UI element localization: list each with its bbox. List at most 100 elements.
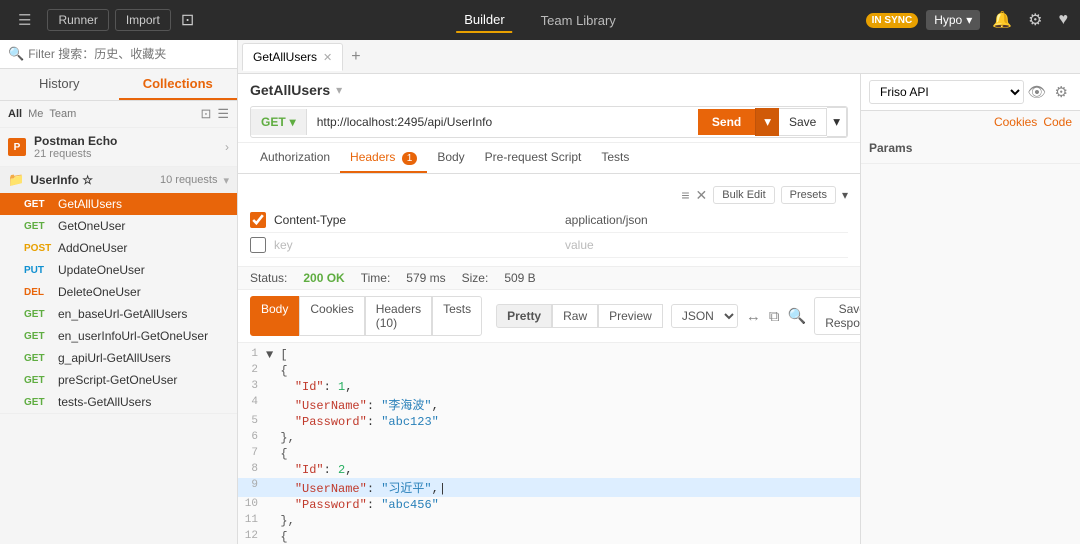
request-item-addoneuser[interactable]: POST AddOneUser: [0, 237, 237, 259]
top-bar-left: ☰ Runner Import ⊡: [8, 8, 198, 32]
sidebar-tab-history[interactable]: History: [0, 69, 119, 100]
response-code-area[interactable]: 1 ▼ [ 2 { 3 "Id": 1, 4: [238, 343, 860, 544]
clear-icon[interactable]: ✕: [696, 187, 708, 204]
new-collection-button[interactable]: ⊡: [200, 106, 211, 122]
top-bar-center: Builder Team Library: [456, 8, 624, 33]
header-checkbox[interactable]: [250, 212, 266, 228]
sidebar-subtab-team[interactable]: Team: [49, 108, 76, 120]
request-name: g_apiUrl-GetAllUsers: [58, 351, 171, 365]
search-input[interactable]: [28, 47, 229, 61]
bulk-edit-button[interactable]: Bulk Edit: [713, 186, 774, 204]
presets-button[interactable]: Presets: [781, 186, 836, 204]
collection-sub: 21 requests: [34, 148, 225, 160]
req-tab-headers[interactable]: Headers 1: [340, 143, 427, 173]
size-label: Size:: [462, 271, 489, 285]
search-response-button[interactable]: 🔍: [788, 307, 807, 325]
save-response-button[interactable]: Save Response: [814, 297, 860, 335]
method-badge-get: GET: [24, 331, 58, 342]
request-item-tests[interactable]: GET tests-GetAllUsers: [0, 391, 237, 413]
collection-info: Postman Echo 21 requests: [34, 134, 225, 160]
resp-tab-tests[interactable]: Tests: [432, 296, 482, 336]
header-value: application/json: [565, 213, 848, 227]
url-bar: GET ▾ Send ▾ Save ▾: [250, 106, 848, 138]
resp-tab-body[interactable]: Body: [250, 296, 299, 336]
notification-button[interactable]: 🔔: [988, 8, 1016, 32]
sidebar-tabs: History Collections: [0, 69, 237, 101]
env-eye-button[interactable]: 👁: [1024, 81, 1051, 103]
req-tab-prerequest[interactable]: Pre-request Script: [475, 143, 592, 173]
method-badge-get: GET: [24, 199, 58, 210]
request-item-updateoneuser[interactable]: PUT UpdateOneUser: [0, 259, 237, 281]
wrap-icon[interactable]: ↔: [746, 308, 761, 325]
header-key-placeholder[interactable]: key: [274, 238, 557, 252]
tab-builder[interactable]: Builder: [456, 8, 512, 33]
user-menu[interactable]: Hypo ▾: [926, 10, 980, 30]
code-link[interactable]: Code: [1043, 115, 1072, 129]
tab-team-library[interactable]: Team Library: [533, 9, 624, 32]
tab-add-button[interactable]: +: [345, 48, 366, 66]
runner-button[interactable]: Runner: [47, 9, 108, 31]
collections-list: P Postman Echo 21 requests › 📁 UserInfo …: [0, 128, 237, 544]
code-line-7: 7 {: [238, 446, 860, 462]
status-bar: Status: 200 OK Time: 579 ms Size: 509 B: [238, 267, 860, 290]
environment-select[interactable]: Friso API: [869, 80, 1024, 104]
method-label: GET: [261, 115, 286, 129]
format-select[interactable]: JSON XML Text: [671, 304, 738, 328]
line-content: "Password": "abc123": [266, 415, 860, 429]
request-item-en-baseurl[interactable]: GET en_baseUrl-GetAllUsers: [0, 303, 237, 325]
new-window-button[interactable]: ⊡: [177, 8, 198, 32]
request-section: GetAllUsers ▾ GET ▾ Send ▾ Save ▾: [238, 74, 860, 143]
request-item-en-userinfo[interactable]: GET en_userInfoUrl-GetOneUser: [0, 325, 237, 347]
format-pretty-button[interactable]: Pretty: [496, 304, 552, 328]
sidebar-tab-collections[interactable]: Collections: [119, 69, 238, 100]
tab-close-icon[interactable]: ✕: [323, 51, 332, 64]
sidebar-subtab-all[interactable]: All: [8, 108, 22, 120]
copy-button[interactable]: ⧉: [769, 308, 780, 325]
request-item-g-apiurl[interactable]: GET g_apiUrl-GetAllUsers: [0, 347, 237, 369]
request-item-getallusers[interactable]: GET GetAllUsers: [0, 193, 237, 215]
headers-table: ≡ ✕ Bulk Edit Presets ▾ Content-Type app…: [238, 174, 860, 267]
header-value-placeholder[interactable]: value: [565, 238, 848, 252]
send-button[interactable]: Send: [698, 109, 755, 135]
folder-userinfo-header[interactable]: 📁 UserInfo ☆ 10 requests ▾: [0, 167, 237, 193]
resp-tab-headers[interactable]: Headers (10): [365, 296, 432, 336]
bulk-icon[interactable]: ≡: [681, 187, 689, 203]
save-button[interactable]: Save: [779, 108, 827, 136]
time-value: 579 ms: [406, 271, 445, 285]
method-badge-del: DEL: [24, 287, 58, 298]
method-select[interactable]: GET ▾: [251, 109, 307, 135]
request-name: tests-GetAllUsers: [58, 395, 151, 409]
send-dropdown-button[interactable]: ▾: [755, 108, 779, 136]
heart-button[interactable]: ♥: [1055, 9, 1073, 31]
req-tab-body[interactable]: Body: [427, 143, 474, 173]
request-item-deleteoneuser[interactable]: DEL DeleteOneUser: [0, 281, 237, 303]
req-tab-authorization[interactable]: Authorization: [250, 143, 340, 173]
line-number: 12: [238, 530, 266, 542]
sort-button[interactable]: ☰: [217, 106, 229, 122]
request-item-getoneuser[interactable]: GET GetOneUser: [0, 215, 237, 237]
save-dropdown-button[interactable]: ▾: [827, 107, 847, 137]
method-badge-get: GET: [24, 309, 58, 320]
format-raw-button[interactable]: Raw: [552, 304, 598, 328]
collection-item-postman-echo[interactable]: P Postman Echo 21 requests ›: [0, 128, 237, 167]
sidebar-toggle-button[interactable]: ☰: [8, 8, 41, 32]
env-settings-button[interactable]: ⚙: [1051, 81, 1072, 103]
req-tab-tests[interactable]: Tests: [591, 143, 639, 173]
resp-tab-cookies[interactable]: Cookies: [299, 296, 364, 336]
presets-chevron-icon[interactable]: ▾: [842, 188, 848, 202]
dropdown-icon[interactable]: ▾: [336, 83, 342, 97]
request-item-prescript[interactable]: GET preScript-GetOneUser: [0, 369, 237, 391]
top-bar-right: IN SYNC Hypo ▾ 🔔 ⚙ ♥: [866, 8, 1072, 32]
settings-button[interactable]: ⚙: [1024, 8, 1046, 32]
url-input[interactable]: [307, 109, 698, 135]
code-line-12: 12 {: [238, 529, 860, 544]
sync-badge: IN SYNC: [866, 13, 919, 28]
format-preview-button[interactable]: Preview: [598, 304, 663, 328]
cookies-link[interactable]: Cookies: [994, 115, 1037, 129]
params-label: Params: [869, 141, 912, 155]
response-tabs: Body Cookies Headers (10) Tests: [250, 296, 482, 336]
import-button[interactable]: Import: [115, 9, 171, 31]
header-checkbox-empty[interactable]: [250, 237, 266, 253]
tab-item-getallusers[interactable]: GetAllUsers ✕: [242, 43, 343, 71]
sidebar-subtab-me[interactable]: Me: [28, 108, 43, 120]
